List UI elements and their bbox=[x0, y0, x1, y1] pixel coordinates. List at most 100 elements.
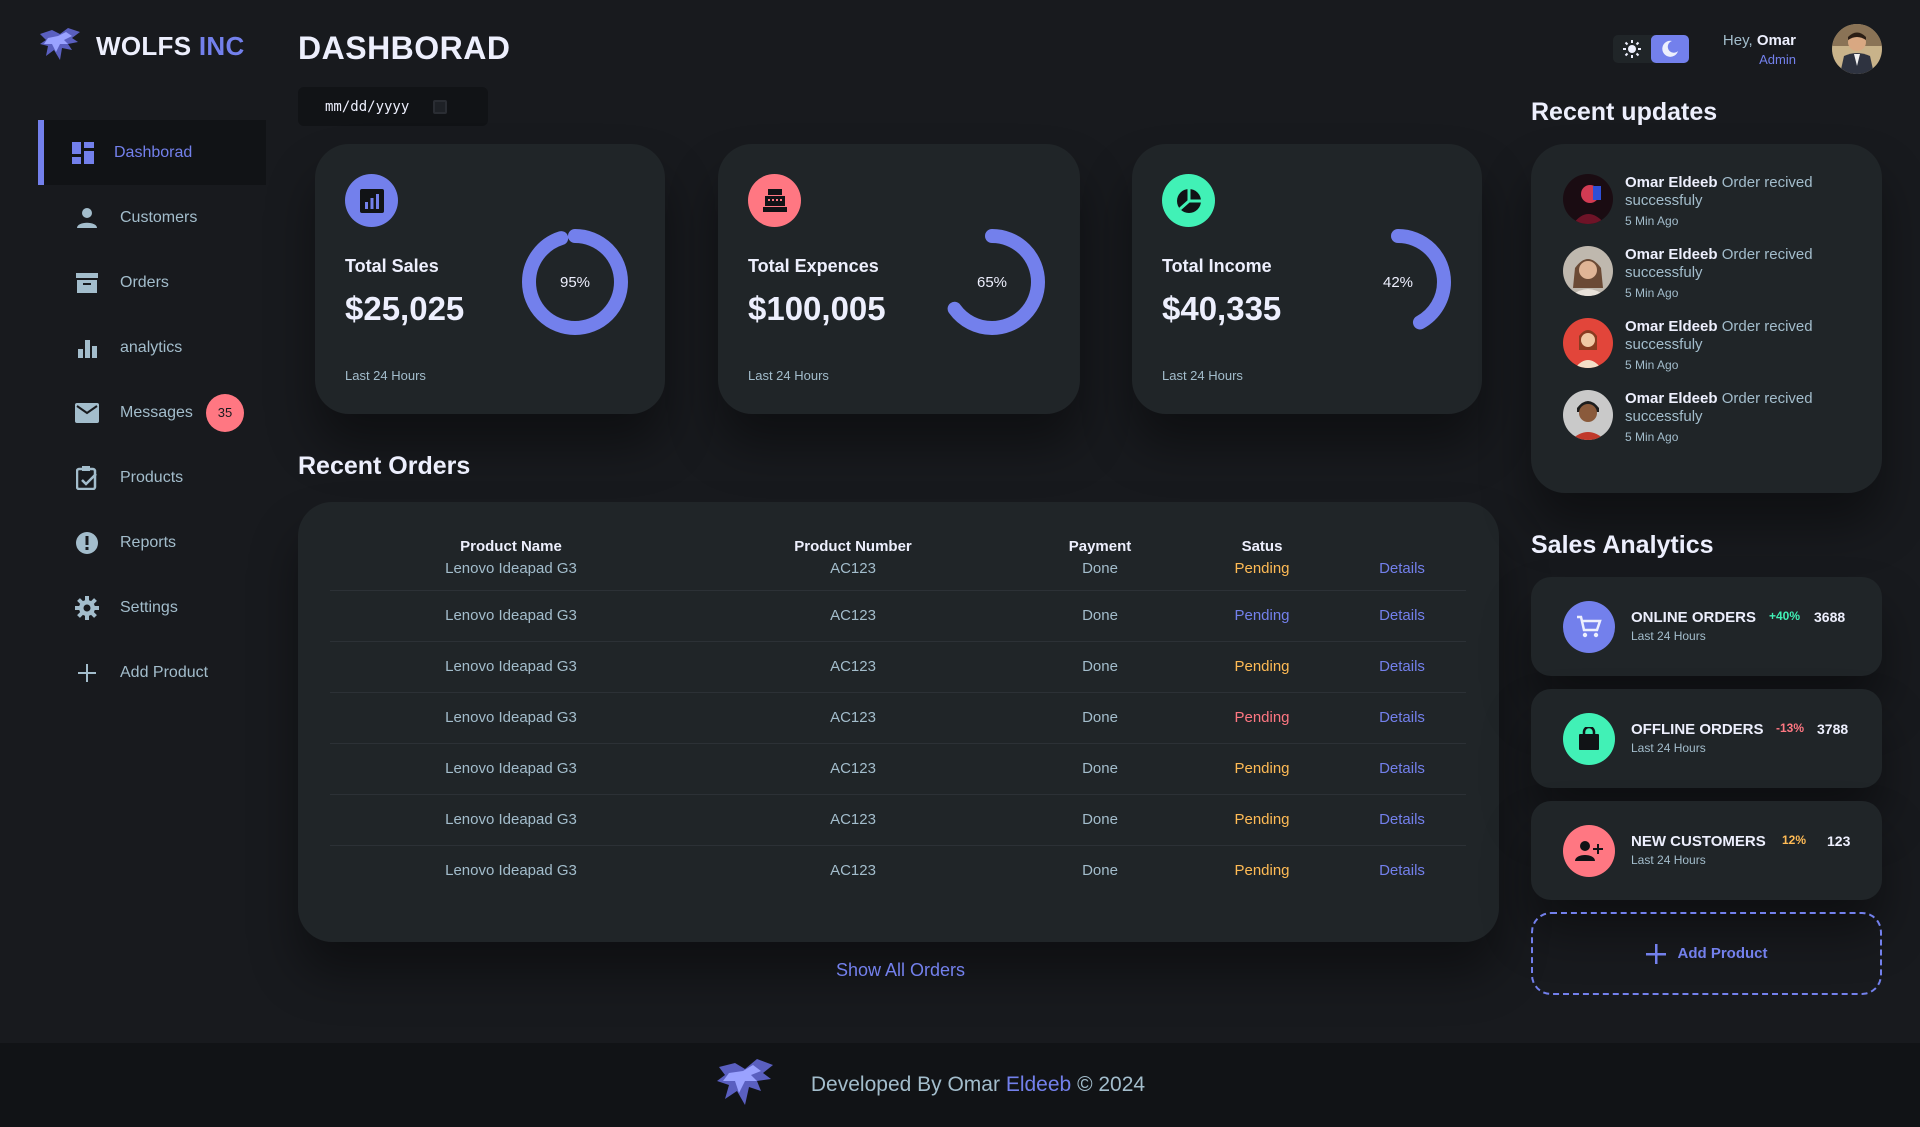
sidebar-item-dashboard[interactable]: Dashborad bbox=[38, 120, 266, 185]
footer: Developed By Omar Eldeeb © 2024 bbox=[0, 1043, 1920, 1127]
analytics-icon bbox=[345, 174, 398, 227]
sidebar-item-label: Settings bbox=[120, 598, 178, 616]
cell-status: Pending bbox=[1186, 692, 1338, 744]
cell-status: Pending bbox=[1186, 560, 1338, 591]
plus-icon bbox=[74, 660, 100, 686]
messages-count-badge: 35 bbox=[206, 393, 244, 432]
insight-label: Total Sales bbox=[345, 256, 439, 276]
avatar[interactable] bbox=[1832, 24, 1882, 74]
cell-product-name: Lenovo Ideapad G3 bbox=[330, 560, 692, 591]
details-link[interactable]: Details bbox=[1338, 743, 1466, 795]
sidebar-item-orders[interactable]: Orders bbox=[38, 250, 266, 315]
progress-percent: 95% bbox=[559, 273, 591, 291]
recent-orders-title: Recent Orders bbox=[298, 452, 471, 480]
update-item: Omar Eldeeb Order recived successfuly 5 … bbox=[1563, 318, 1855, 374]
sidebar-item-settings[interactable]: Settings bbox=[38, 575, 266, 640]
insight-footer: Last 24 Hours bbox=[345, 368, 426, 383]
update-avatar bbox=[1563, 174, 1613, 224]
add-product-label: Add Product bbox=[1677, 945, 1768, 962]
footer-credit: Developed By Omar Eldeeb © 2024 bbox=[811, 1073, 1145, 1097]
insight-amount: $40,335 bbox=[1162, 290, 1282, 327]
sidebar-item-label: Orders bbox=[120, 273, 169, 291]
insight-card-expenses: Total Expences $100,005 65% Last 24 Hour… bbox=[718, 144, 1080, 414]
analytics-item-value: 3788 bbox=[1817, 721, 1849, 737]
cell-product-name: Lenovo Ideapad G3 bbox=[330, 794, 692, 846]
sidebar-item-label: Messages bbox=[120, 403, 193, 421]
sidebar-item-products[interactable]: Products bbox=[38, 445, 266, 510]
details-link[interactable]: Details bbox=[1338, 845, 1466, 896]
details-link[interactable]: Details bbox=[1338, 794, 1466, 846]
progress-percent: 65% bbox=[976, 273, 1008, 291]
light-mode-icon[interactable] bbox=[1613, 35, 1651, 63]
update-time: 5 Min Ago bbox=[1625, 358, 1679, 372]
cell-product-name: Lenovo Ideapad G3 bbox=[330, 743, 692, 795]
sidebar-item-messages[interactable]: Messages 35 bbox=[38, 380, 266, 445]
analytics-item-subtitle: Last 24 Hours bbox=[1631, 853, 1706, 867]
add-product-button[interactable]: Add Product bbox=[1531, 912, 1882, 995]
inventory-icon bbox=[74, 270, 100, 296]
cell-product-number: AC123 bbox=[830, 862, 876, 880]
recent-updates-title: Recent updates bbox=[1531, 98, 1718, 126]
cell-product-number: AC123 bbox=[692, 641, 1014, 693]
cell-product-number: AC123 bbox=[692, 794, 1014, 846]
brand[interactable]: WOLFS INC bbox=[38, 26, 245, 66]
sidebar-item-reports[interactable]: Reports bbox=[38, 510, 266, 575]
brand-name-main: WOLFS bbox=[96, 30, 192, 61]
show-all-orders-link[interactable]: Show All Orders bbox=[836, 960, 965, 981]
mail-icon bbox=[74, 400, 100, 426]
insight-card-income: Total Income $40,335 42% Last 24 Hours bbox=[1132, 144, 1482, 414]
footer-author-link[interactable]: Eldeeb bbox=[1006, 1073, 1071, 1096]
theme-toggler[interactable] bbox=[1612, 35, 1689, 63]
table-row: Lenovo Ideapad G3 AC123 Done Pending Det… bbox=[330, 845, 1466, 896]
update-message: Omar Eldeeb Order recived successfuly 5 … bbox=[1625, 318, 1855, 374]
details-link[interactable]: Details bbox=[1338, 692, 1466, 744]
cell-payment: Done bbox=[1014, 743, 1186, 795]
sidebar-item-label: Products bbox=[120, 468, 184, 486]
cell-product-name: Lenovo Ideapad G3 bbox=[330, 692, 692, 744]
cell-product-number: AC123 bbox=[692, 692, 1014, 744]
dark-mode-icon[interactable] bbox=[1650, 35, 1689, 63]
cell-product-name: Lenovo Ideapad G3 bbox=[330, 641, 692, 693]
analytics-item-online-orders: ONLINE ORDERS Last 24 Hours +40% 3688 bbox=[1531, 577, 1882, 676]
date-input[interactable]: mm/dd/yyyy bbox=[298, 87, 488, 126]
profile-info: Hey, Omar Admin bbox=[1723, 32, 1796, 67]
insight-amount: $25,025 bbox=[345, 290, 465, 327]
details-link[interactable]: Details bbox=[1338, 641, 1466, 693]
cell-payment: Done bbox=[1014, 641, 1186, 693]
cell-status: Pending bbox=[1186, 794, 1338, 846]
update-time: 5 Min Ago bbox=[1625, 430, 1679, 444]
calendar-icon[interactable] bbox=[433, 99, 448, 114]
column-header-product-number: Product Number bbox=[794, 537, 912, 555]
cell-product-name: Lenovo Ideapad G3 bbox=[330, 590, 692, 642]
footer-copyright: © 2024 bbox=[1077, 1073, 1146, 1096]
sidebar-item-add-product[interactable]: Add Product bbox=[38, 640, 266, 705]
analytics-item-percent: 12% bbox=[1782, 833, 1807, 847]
brand-name: WOLFS INC bbox=[96, 31, 245, 62]
greeting-text: Hey, bbox=[1722, 31, 1753, 49]
update-item: Omar Eldeeb Order recived successfuly 5 … bbox=[1563, 390, 1855, 446]
update-item: Omar Eldeeb Order recived successfuly 5 … bbox=[1563, 174, 1855, 230]
sidebar-item-customers[interactable]: Customers bbox=[38, 185, 266, 250]
top-bar: Hey, Omar Admin bbox=[1612, 24, 1882, 74]
sidebar: Dashborad Customers Orders analytics Mes… bbox=[38, 120, 266, 705]
analytics-item-name: NEW CUSTOMERS bbox=[1631, 833, 1766, 850]
column-header-status: Satus bbox=[1241, 537, 1283, 555]
insight-card-sales: Total Sales $25,025 95% Last 24 Hours bbox=[315, 144, 665, 414]
cell-payment: Done bbox=[1014, 692, 1186, 744]
sidebar-item-label: Reports bbox=[120, 533, 177, 551]
details-link[interactable]: Details bbox=[1338, 560, 1466, 591]
details-link[interactable]: Details bbox=[1338, 590, 1466, 642]
insight-footer: Last 24 Hours bbox=[1162, 368, 1243, 383]
sidebar-item-label: Dashborad bbox=[114, 143, 193, 161]
recent-updates-panel: Omar Eldeeb Order recived successfuly 5 … bbox=[1531, 144, 1882, 493]
wolf-logo-icon bbox=[40, 28, 80, 60]
table-row: Lenovo Ideapad G3 AC123 Done Pending Det… bbox=[330, 641, 1466, 693]
table-row: Lenovo Ideapad G3 AC123 Done Pending Det… bbox=[330, 560, 1466, 591]
update-time: 5 Min Ago bbox=[1625, 286, 1679, 300]
analytics-item-new-customers: NEW CUSTOMERS Last 24 Hours 12% 123 bbox=[1531, 801, 1882, 900]
cell-product-name: Lenovo Ideapad G3 bbox=[445, 862, 577, 880]
cell-status: Pending bbox=[1186, 590, 1338, 642]
sidebar-item-analytics[interactable]: analytics bbox=[38, 315, 266, 380]
update-item: Omar Eldeeb Order recived successfuly 5 … bbox=[1563, 246, 1855, 302]
update-avatar bbox=[1563, 318, 1613, 368]
